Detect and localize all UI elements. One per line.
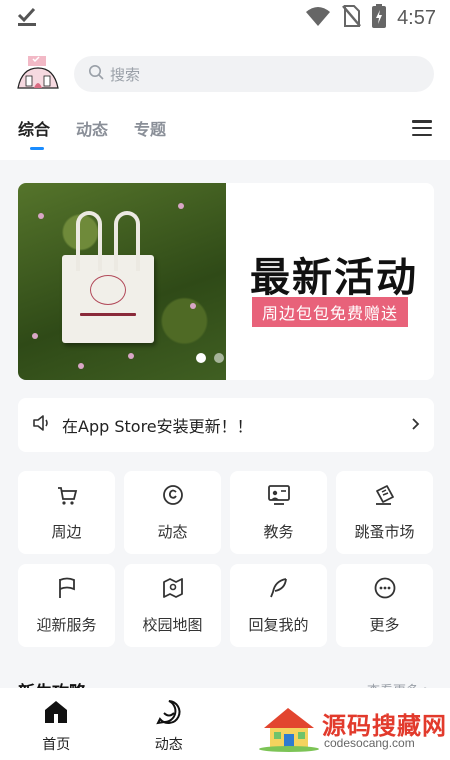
more-dots-icon [373,576,397,604]
search-input[interactable]: 搜索 [74,56,434,92]
banner-title: 最新活动 [250,254,418,301]
nav-label: 首页 [42,737,71,753]
download-check-icon [16,5,38,31]
ticket-icon [373,483,397,511]
status-bar: 4:57 [0,0,450,36]
menu-icon[interactable] [412,120,432,136]
grid-item-welcome-service[interactable]: 迎新服务 [18,564,115,647]
grid-item-merch[interactable]: 周边 [18,471,115,554]
chat-bubble-icon [155,698,183,730]
activity-banner[interactable]: 最新活动 周边包包免费赠送 [18,183,434,380]
grid-item-label: 迎新服务 [36,616,97,634]
banner-subtitle: 周边包包免费赠送 [252,297,409,327]
tab-comprehensive[interactable]: 综合 [18,116,50,150]
category-tabs: 综合 动态 专题 [18,116,166,150]
grid-item-academic[interactable]: 教务 [230,471,327,554]
nav-home[interactable]: 首页 [0,688,113,760]
notice-text: 在App Store安装更新！！ [62,417,253,436]
flag-icon [55,576,79,604]
at-sign-icon [161,483,185,511]
search-placeholder: 搜索 [110,65,141,84]
update-notice[interactable]: 在App Store安装更新！！ [18,398,434,452]
grid-item-label: 回复我的 [248,616,309,634]
nav-label: 动态 [154,737,183,753]
nav-dynamic[interactable]: 动态 [113,688,226,760]
banner-photo [18,183,226,380]
status-time: 4:57 [397,6,436,29]
map-icon [161,576,185,604]
home-icon [42,698,70,730]
top-bar: 搜索 综合 动态 专题 [0,36,450,160]
feather-icon [267,576,291,604]
grid-item-label: 周边 [51,523,82,541]
grid-item-more[interactable]: 更多 [336,564,433,647]
battery-charging-icon [371,3,387,33]
grid-item-flea-market[interactable]: 跳蚤市场 [336,471,433,554]
grid-item-label: 更多 [369,616,400,634]
teacher-board-icon [267,483,291,511]
carousel-dot[interactable] [214,353,224,363]
grid-item-label: 跳蚤市场 [354,523,415,541]
carousel-dot[interactable] [196,353,206,363]
watermark-logo: 源码搜藏网 codesocang.com [254,692,450,760]
chevron-right-icon [410,416,420,435]
house-logo-icon [258,702,320,752]
tab-topic[interactable]: 专题 [134,116,166,140]
grid-item-replies[interactable]: 回复我的 [230,564,327,647]
speaker-icon [32,413,52,437]
app-logo[interactable] [16,54,60,90]
cart-icon [55,483,79,511]
wifi-icon [305,5,331,31]
grid-item-label: 教务 [263,523,294,541]
watermark-url: codesocang.com [324,736,415,750]
grid-item-label: 校园地图 [142,616,203,634]
tab-dynamic[interactable]: 动态 [76,116,108,140]
grid-item-label: 动态 [157,523,188,541]
search-icon [88,64,104,84]
grid-item-dynamic[interactable]: 动态 [124,471,221,554]
function-grid: 周边 动态 教务 跳蚤市场 迎新服务 校园地图 回复我的 更多 [18,471,434,647]
carousel-indicator [196,353,224,363]
grid-item-campus-map[interactable]: 校园地图 [124,564,221,647]
tote-bag-image [62,211,154,343]
no-sim-icon [341,4,362,32]
